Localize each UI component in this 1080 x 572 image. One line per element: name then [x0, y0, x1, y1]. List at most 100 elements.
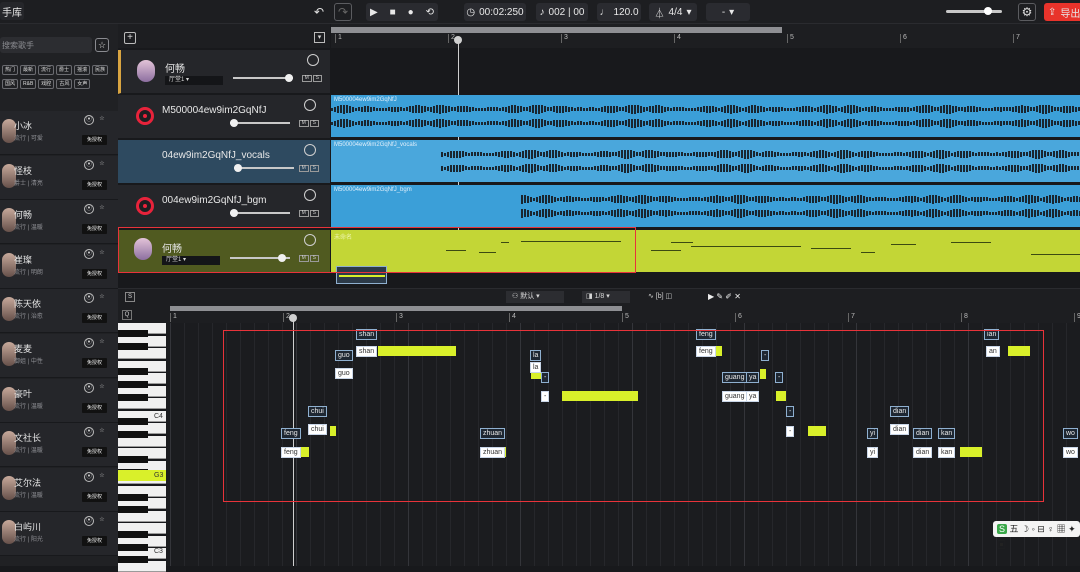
pan-knob[interactable]: [304, 144, 316, 156]
piano-key-black[interactable]: [118, 456, 148, 463]
audio-clip[interactable]: M500004ew9im2GqNfJ_vocals: [331, 140, 1080, 182]
play-preview-icon[interactable]: ⦿: [84, 427, 94, 438]
settings-icon[interactable]: ⚙: [1018, 3, 1036, 21]
track-volume-slider[interactable]: [233, 74, 293, 82]
star-icon[interactable]: ☆: [97, 516, 107, 526]
loop-icon[interactable]: ⟲: [426, 7, 434, 18]
track-header[interactable]: 004ew9im2GqNfJ_bgm MS: [118, 185, 330, 229]
mute-button[interactable]: M: [299, 210, 309, 217]
star-icon[interactable]: ☆: [97, 115, 107, 125]
slider-handle[interactable]: [230, 209, 238, 217]
tag[interactable]: 古风: [56, 79, 73, 89]
snap-toggle[interactable]: S: [125, 292, 135, 302]
library-tab[interactable]: 手库: [0, 2, 24, 20]
mute-button[interactable]: M: [299, 120, 309, 127]
time-display[interactable]: ◷ 00:02:250: [464, 3, 526, 21]
loop-region[interactable]: [170, 306, 622, 311]
arranger-ruler[interactable]: 1234567: [331, 24, 1080, 48]
piano-key-black[interactable]: [118, 544, 148, 551]
singer-card[interactable]: 白屿川 流行 | 阳光 ⦿ ☆ 免授权: [0, 512, 118, 557]
lyric-syllable-edit[interactable]: wo: [1063, 447, 1078, 458]
license-button[interactable]: 免授权: [82, 491, 107, 502]
mode-select[interactable]: ⚇ 默认 ▾: [506, 291, 564, 303]
play-preview-icon[interactable]: ⦿: [84, 471, 94, 482]
piano-key-black[interactable]: [118, 343, 148, 350]
singer-card[interactable]: 何畅 流行 | 温暖 ⦿ ☆ 免授权: [0, 200, 118, 245]
tag[interactable]: 国风: [2, 79, 19, 89]
tag[interactable]: 戏腔: [38, 79, 55, 89]
export-button[interactable]: ⇪ 导出: [1044, 3, 1080, 21]
track-volume-slider[interactable]: [230, 209, 290, 217]
key-select[interactable]: - ▾: [706, 3, 750, 21]
piano-key-black[interactable]: [118, 418, 148, 425]
star-icon[interactable]: ☆: [97, 293, 107, 303]
singer-card[interactable]: 小冰 流行 | 可爱 ⦿ ☆ 免授权: [0, 111, 118, 155]
play-preview-icon[interactable]: ⦿: [84, 382, 94, 393]
play-preview-icon[interactable]: ⦿: [84, 204, 94, 215]
tag[interactable]: R&B: [20, 79, 37, 89]
piano-key-black[interactable]: [118, 330, 148, 337]
master-volume-slider[interactable]: [946, 7, 1002, 15]
zoom-icon[interactable]: Q: [122, 310, 132, 320]
quantize-select[interactable]: ◨ 1/8 ▾: [582, 291, 630, 303]
star-icon[interactable]: ☆: [97, 338, 107, 348]
pan-knob[interactable]: [304, 99, 316, 111]
license-button[interactable]: 免授权: [82, 224, 107, 235]
play-preview-icon[interactable]: ⦿: [84, 159, 94, 170]
singer-card[interactable]: 怪枝 爵士 | 清亮 ⦿ ☆ 免授权: [0, 155, 118, 200]
audio-clip[interactable]: M500004ew9im2GqNfJ_bgm: [331, 185, 1080, 227]
tag[interactable]: 流行: [38, 65, 55, 75]
stop-icon[interactable]: ■: [390, 7, 396, 18]
star-icon[interactable]: ☆: [97, 383, 107, 393]
singer-card[interactable]: 豪叶 流行 | 温暖 ⦿ ☆ 免授权: [0, 378, 118, 423]
loop-region[interactable]: [331, 27, 782, 33]
undo-icon[interactable]: ↶: [310, 3, 328, 21]
license-button[interactable]: 免授权: [82, 179, 107, 190]
star-icon[interactable]: ☆: [97, 160, 107, 170]
play-icon[interactable]: ▶: [370, 7, 378, 18]
singer-card[interactable]: 文社长 流行 | 温暖 ⦿ ☆ 免授权: [0, 423, 118, 468]
play-preview-icon[interactable]: ⦿: [84, 115, 94, 125]
singer-card[interactable]: 艾尔法 流行 | 温暖 ⦿ ☆ 免授权: [0, 467, 118, 512]
record-icon[interactable]: ●: [408, 7, 414, 18]
star-icon[interactable]: ☆: [97, 204, 107, 214]
play-preview-icon[interactable]: ⦿: [84, 293, 94, 304]
pan-knob[interactable]: [304, 189, 316, 201]
star-icon[interactable]: ☆: [97, 249, 107, 259]
play-preview-icon[interactable]: ⦿: [84, 338, 94, 348]
singer-card[interactable]: 崔璨 流行 | 明朗 ⦿ ☆ 免授权: [0, 244, 118, 289]
track-header[interactable]: 何畅 厅堂1 ▾ MS: [118, 50, 330, 94]
time-signature[interactable]: ⏃ 4/4 ▾: [649, 3, 697, 21]
mute-button[interactable]: M: [299, 165, 309, 172]
solo-button[interactable]: S: [312, 75, 322, 82]
playhead-handle[interactable]: [289, 314, 297, 322]
track-name[interactable]: 04ew9im2GqNfJ_vocals: [162, 150, 298, 161]
license-button[interactable]: 免授权: [82, 402, 107, 413]
add-track-icon[interactable]: +: [124, 32, 136, 44]
star-icon[interactable]: ☆: [97, 427, 107, 437]
mute-button[interactable]: M: [302, 75, 312, 82]
solo-button[interactable]: S: [309, 120, 319, 127]
piano-key-black[interactable]: [118, 368, 148, 375]
ime-toolbar[interactable]: S 五 ☽ ◦ ⊟ ♀ ▦ ✦ ▣: [993, 521, 1080, 550]
tag[interactable]: 摇滚: [74, 65, 91, 75]
solo-button[interactable]: S: [309, 210, 319, 217]
star-icon[interactable]: ☆: [97, 472, 107, 482]
tag[interactable]: 民族: [92, 65, 109, 75]
audio-clip[interactable]: M500004ew9im2GqNfJ: [331, 95, 1080, 137]
track-header[interactable]: 04ew9im2GqNfJ_vocals MS: [118, 140, 330, 184]
bpm-display[interactable]: ♩ 120.0: [597, 3, 641, 21]
piano-key-black[interactable]: [118, 431, 148, 438]
pitch-tools[interactable]: ∿ [b] ◫: [648, 291, 704, 303]
playhead-handle[interactable]: [454, 36, 462, 44]
track-header[interactable]: M500004ew9im2GqNfJ MS: [118, 95, 330, 139]
piano-key-black[interactable]: [118, 506, 148, 513]
piano-key-black[interactable]: [118, 394, 148, 401]
tag[interactable]: 最新: [20, 65, 37, 75]
volume-handle[interactable]: [984, 7, 992, 15]
search-input[interactable]: 搜索歌手: [0, 37, 92, 53]
pan-knob[interactable]: [307, 54, 319, 66]
license-button[interactable]: 免授权: [82, 135, 107, 145]
singer-card[interactable]: 陈天依 流行 | 治愈 ⦿ ☆ 免授权: [0, 289, 118, 334]
piano-key-black[interactable]: [118, 531, 148, 538]
